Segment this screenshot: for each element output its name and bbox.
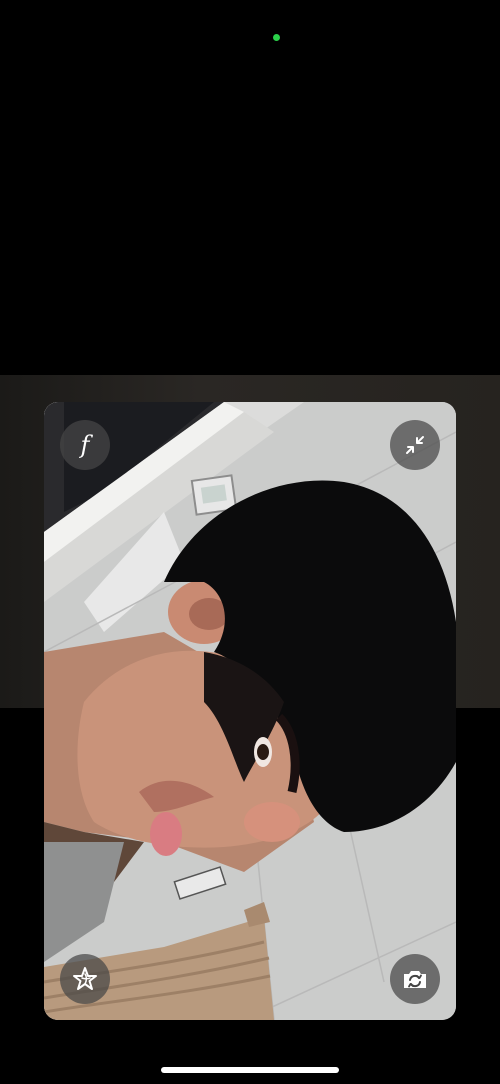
- f-icon: f: [80, 431, 90, 459]
- star-effects-icon: [73, 967, 97, 990]
- camera-flip-icon: [404, 971, 426, 988]
- camera-preview[interactable]: f: [44, 402, 456, 1020]
- effects-button[interactable]: [60, 954, 110, 1004]
- selfie-photo: [44, 402, 456, 1020]
- filter-button[interactable]: f: [60, 420, 110, 470]
- home-indicator[interactable]: [161, 1067, 339, 1073]
- collapse-arrows-icon: [406, 436, 424, 454]
- collapse-button[interactable]: [390, 420, 440, 470]
- flip-camera-button[interactable]: [390, 954, 440, 1004]
- camera-in-use-indicator: [273, 34, 280, 41]
